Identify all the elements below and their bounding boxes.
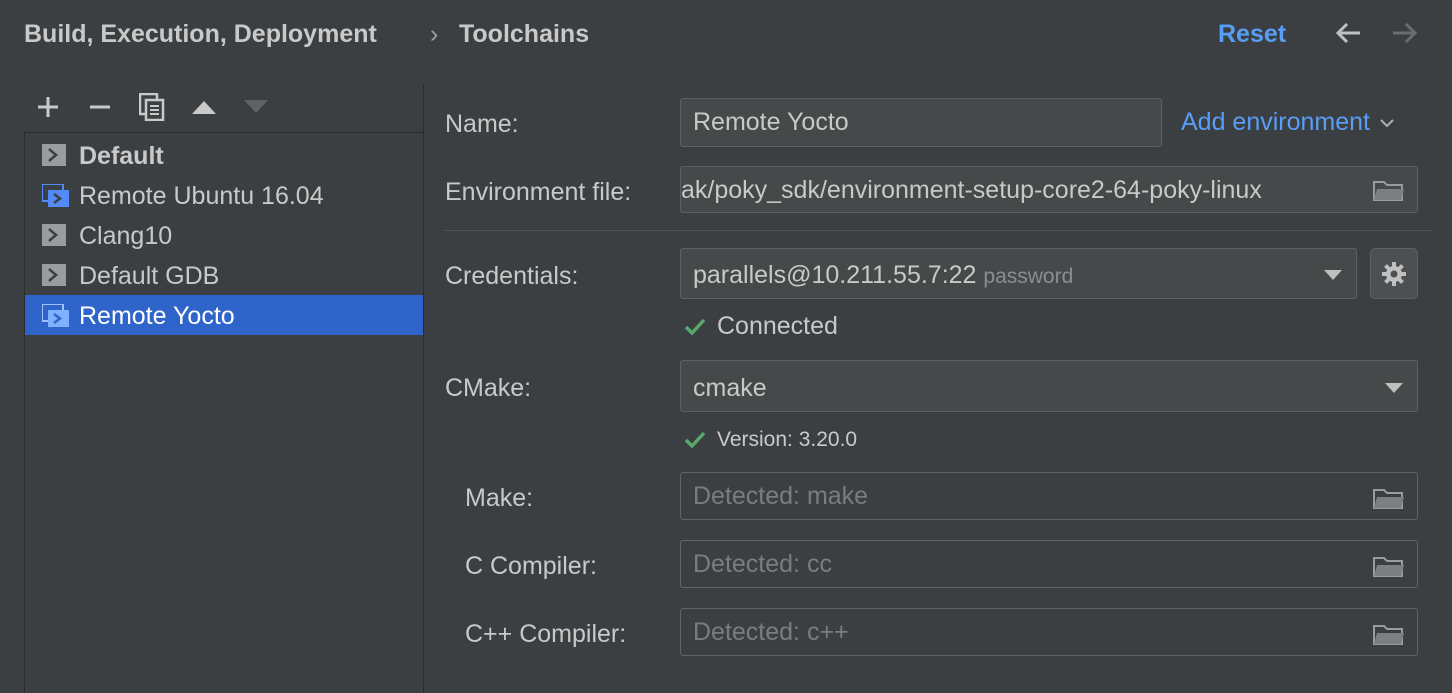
- header: Build, Execution, Deployment › Toolchain…: [0, 0, 1452, 70]
- dropdown-arrow-icon: [1324, 270, 1342, 280]
- name-input[interactable]: Remote Yocto: [680, 98, 1162, 147]
- cpp-compiler-placeholder: Detected: c++: [693, 618, 849, 646]
- page-title: Toolchains: [459, 20, 590, 48]
- environment-file-value: ak/poky_sdk/environment-setup-core2-64-p…: [681, 176, 1262, 204]
- cmake-label: CMake:: [445, 374, 532, 402]
- toolchain-item-label: Default GDB: [79, 262, 220, 290]
- environment-file-label: Environment file:: [445, 178, 632, 206]
- triangle-up-icon: [192, 101, 216, 114]
- terminal-icon: [42, 264, 66, 293]
- folder-icon[interactable]: [1373, 555, 1405, 584]
- connection-status-text: Connected: [717, 312, 838, 340]
- cmake-value: cmake: [693, 374, 767, 402]
- gear-icon: [1382, 261, 1406, 286]
- add-toolchain-button[interactable]: [31, 90, 65, 124]
- remote-host-icon: [41, 303, 70, 335]
- move-up-button[interactable]: [187, 90, 221, 124]
- folder-icon[interactable]: [1373, 487, 1405, 516]
- reset-button[interactable]: Reset: [1218, 20, 1286, 49]
- make-path-input[interactable]: Detected: make: [680, 472, 1418, 520]
- copy-toolchain-button[interactable]: [135, 90, 169, 124]
- c-compiler-label: C Compiler:: [465, 552, 597, 580]
- toolchain-item-label: Default: [79, 142, 164, 170]
- cpp-compiler-label: C++ Compiler:: [465, 620, 627, 648]
- toolchain-item-label: Remote Ubuntu 16.04: [79, 182, 324, 210]
- credentials-select[interactable]: parallels@10.211.55.7:22 password: [680, 248, 1357, 299]
- name-label: Name:: [445, 110, 519, 138]
- toolchain-item-clang10[interactable]: Clang10: [25, 215, 423, 255]
- c-compiler-path-input[interactable]: Detected: cc: [680, 540, 1418, 588]
- minus-icon: [90, 105, 110, 109]
- back-arrow-icon[interactable]: [1334, 18, 1364, 53]
- remote-host-icon: [41, 183, 70, 215]
- toolchain-toolbar: [24, 90, 424, 132]
- folder-icon[interactable]: [1367, 179, 1405, 208]
- forward-arrow-icon[interactable]: [1389, 18, 1419, 53]
- make-label: Make:: [465, 484, 534, 512]
- toolchain-item-remote-ubuntu[interactable]: Remote Ubuntu 16.04: [25, 175, 423, 215]
- triangle-down-icon: [244, 100, 268, 113]
- connection-status: Connected: [684, 312, 838, 341]
- credentials-value: parallels@10.211.55.7:22: [693, 261, 977, 289]
- toolchain-item-remote-yocto[interactable]: Remote Yocto: [25, 295, 423, 335]
- credentials-settings-button[interactable]: [1370, 248, 1418, 299]
- terminal-icon: [42, 144, 66, 173]
- cmake-select[interactable]: cmake: [680, 360, 1418, 412]
- cpp-compiler-path-input[interactable]: Detected: c++: [680, 608, 1418, 656]
- c-compiler-placeholder: Detected: cc: [693, 550, 832, 578]
- toolchain-list: Default Remote Ubuntu 16.04 Clang10 Defa…: [24, 132, 424, 693]
- make-placeholder: Detected: make: [693, 482, 869, 510]
- cmake-version-text: Version: 3.20.0: [717, 428, 858, 451]
- add-environment-dropdown[interactable]: Add environment: [1181, 108, 1394, 137]
- copy-icon: [139, 93, 165, 121]
- toolchain-item-default[interactable]: Default: [25, 135, 423, 175]
- credentials-auth-hint: password: [983, 265, 1074, 288]
- credentials-label: Credentials:: [445, 262, 579, 290]
- breadcrumb-parent[interactable]: Build, Execution, Deployment: [24, 20, 377, 49]
- section-divider: [445, 230, 1432, 231]
- name-value: Remote Yocto: [693, 108, 849, 136]
- chevron-down-icon: [1380, 118, 1394, 127]
- remove-toolchain-button[interactable]: [83, 90, 117, 124]
- plus-icon: [38, 97, 58, 117]
- panel-divider: [423, 84, 424, 684]
- add-environment-label: Add environment: [1181, 108, 1371, 136]
- toolchain-item-default-gdb[interactable]: Default GDB: [25, 255, 423, 295]
- cmake-version-status: Version: 3.20.0: [684, 428, 857, 452]
- terminal-icon: [42, 224, 66, 253]
- dropdown-arrow-icon: [1385, 383, 1403, 393]
- toolchain-item-label: Remote Yocto: [79, 302, 235, 330]
- folder-icon[interactable]: [1373, 623, 1405, 652]
- breadcrumb-separator: ›: [430, 20, 439, 48]
- toolchain-item-label: Clang10: [79, 222, 173, 250]
- checkmark-icon: [684, 318, 706, 336]
- checkmark-icon: [684, 431, 706, 449]
- move-down-button[interactable]: [239, 90, 273, 124]
- environment-file-input[interactable]: ak/poky_sdk/environment-setup-core2-64-p…: [680, 166, 1418, 213]
